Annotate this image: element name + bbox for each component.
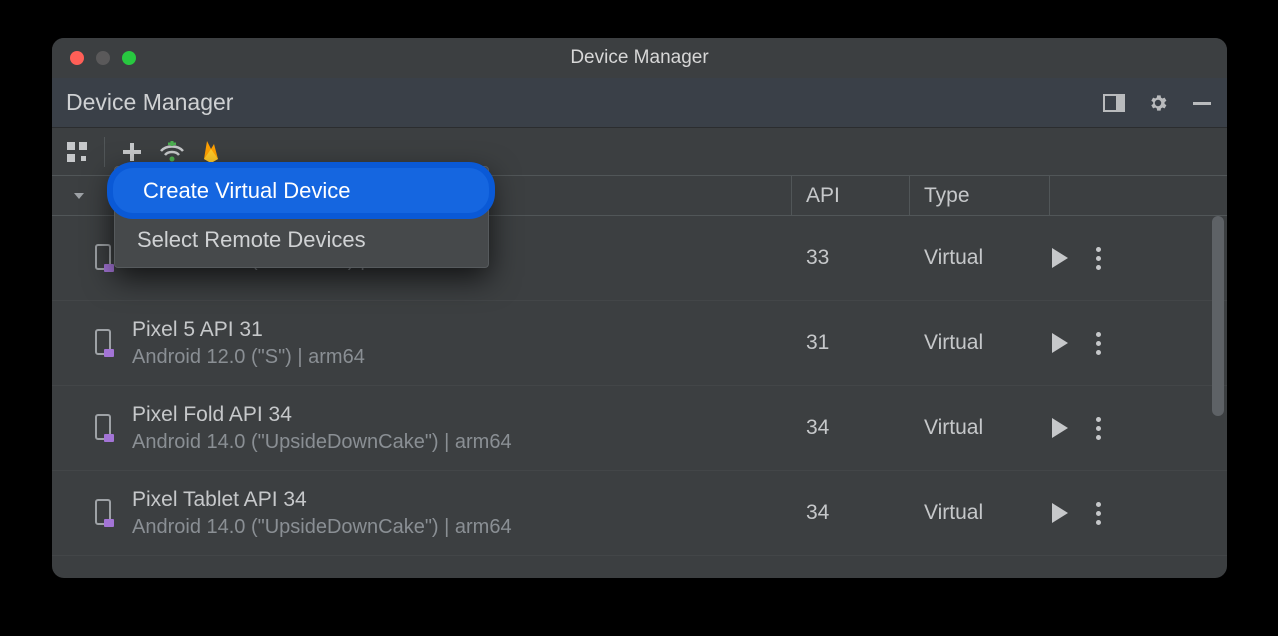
add-device-button[interactable] — [121, 141, 143, 163]
col-header-type[interactable]: Type — [910, 176, 1050, 215]
col-header-actions — [1050, 176, 1160, 215]
kebab-icon — [1096, 417, 1101, 440]
device-name: Pixel Fold API 34 — [132, 403, 512, 427]
scrollbar[interactable] — [1212, 216, 1224, 416]
more-actions-button[interactable] — [1096, 247, 1101, 270]
phone-icon — [94, 499, 118, 527]
more-actions-button[interactable] — [1096, 332, 1101, 355]
device-api: 31 — [792, 331, 910, 355]
close-window-button[interactable] — [70, 51, 84, 65]
minimize-window-button[interactable] — [96, 51, 110, 65]
gear-icon[interactable] — [1147, 92, 1169, 114]
device-subtitle: Android 14.0 ("UpsideDownCake") | arm64 — [132, 431, 512, 454]
device-api: 34 — [792, 501, 910, 525]
menu-item-label: Create Virtual Device — [143, 178, 350, 204]
menu-item-select-remote-devices[interactable]: Select Remote Devices — [115, 217, 488, 263]
run-button[interactable] — [1050, 332, 1070, 354]
kebab-icon — [1096, 502, 1101, 525]
window-title: Device Manager — [52, 47, 1227, 69]
device-type: Virtual — [910, 501, 1050, 525]
wifi-icon[interactable] — [159, 141, 185, 163]
more-actions-button[interactable] — [1096, 502, 1101, 525]
more-actions-button[interactable] — [1096, 417, 1101, 440]
run-button[interactable] — [1050, 502, 1070, 524]
menu-item-create-virtual-device-highlight[interactable]: Create Virtual Device — [107, 162, 495, 219]
kebab-icon — [1096, 247, 1101, 270]
device-subtitle: Android 12.0 ("S") | arm64 — [132, 346, 365, 369]
panel-actions — [1103, 92, 1213, 114]
run-button[interactable] — [1050, 247, 1070, 269]
titlebar: Device Manager — [52, 38, 1227, 78]
table-row[interactable]: Pixel Tablet API 34 Android 14.0 ("Upsid… — [52, 471, 1227, 556]
panel-title: Device Manager — [66, 89, 233, 116]
kebab-icon — [1096, 332, 1101, 355]
toolbar-separator — [104, 137, 105, 167]
maximize-window-button[interactable] — [122, 51, 136, 65]
device-subtitle: Android 14.0 ("UpsideDownCake") | arm64 — [132, 516, 512, 539]
dock-icon[interactable] — [1103, 94, 1125, 112]
device-type: Virtual — [910, 416, 1050, 440]
device-api: 34 — [792, 416, 910, 440]
run-button[interactable] — [1050, 417, 1070, 439]
device-type: Virtual — [910, 331, 1050, 355]
panel-header: Device Manager — [52, 78, 1227, 128]
table-row[interactable]: Pixel 5 API 31 Android 12.0 ("S") | arm6… — [52, 301, 1227, 386]
device-type: Virtual — [910, 246, 1050, 270]
grid-view-icon[interactable] — [66, 141, 88, 163]
device-name: Pixel 5 API 31 — [132, 318, 365, 342]
firebase-icon[interactable] — [201, 139, 221, 165]
phone-icon — [94, 414, 118, 442]
device-name: Pixel Tablet API 34 — [132, 488, 512, 512]
col-header-api[interactable]: API — [792, 176, 910, 215]
table-row[interactable]: Pixel Fold API 34 Android 14.0 ("UpsideD… — [52, 386, 1227, 471]
device-manager-window: Device Manager Device Manager — [52, 38, 1227, 578]
phone-icon — [94, 329, 118, 357]
minimize-panel-button[interactable] — [1191, 92, 1213, 114]
device-api: 33 — [792, 246, 910, 270]
traffic-lights — [70, 51, 136, 65]
